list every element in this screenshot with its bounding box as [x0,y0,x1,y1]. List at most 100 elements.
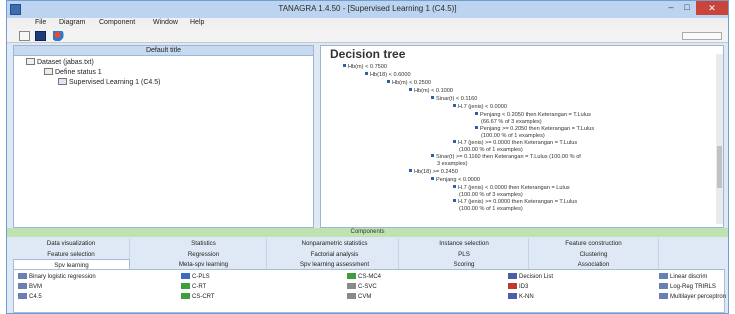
tree-line: Penjang >= 0.2050 then Keterangan = T.Lu… [475,126,594,132]
component-icon [181,273,190,279]
component-icon [508,283,517,289]
tree-node-supervised-learning[interactable]: Supervised Learning 1 (C4.5) [58,78,160,86]
bullet-icon [431,96,434,99]
scroll-thumb[interactable] [717,146,722,188]
component-icon [181,293,190,299]
component-item[interactable]: C-RT [181,283,206,291]
minimize-button[interactable]: – [664,2,678,14]
component-icon [18,283,27,289]
new-file-icon[interactable] [19,31,30,41]
tree-node-label: Define status 1 [55,69,102,76]
tree-line: H.7 (jenis) >= 0.0000 then Keterangan = … [453,140,577,146]
component-icon [659,273,668,279]
tree-line: Hb(18) < 0.6000 [365,72,411,78]
supervised-learning-icon [58,78,67,85]
result-scrollbar[interactable] [716,54,723,224]
component-item[interactable]: CS-MC4 [347,273,381,281]
bullet-icon [453,104,456,107]
component-item[interactable]: ID3 [508,283,528,291]
component-icon [508,273,517,279]
bullet-icon [475,112,478,115]
tree-line: Hb(m) < 0.7500 [343,64,387,70]
menu-diagram[interactable]: Diagram [59,19,85,26]
tree-line: (100.00 % of 1 examples) [459,147,523,153]
window-title: TANAGRA 1.4.50 - [Supervised Learning 1 … [278,4,457,13]
bullet-icon [409,88,412,91]
bullet-icon [365,72,368,75]
component-icon [347,283,356,289]
menu-file[interactable]: File [35,19,46,26]
tree-line: Sinar(t) >= 0.1160 then Keterangan = T.L… [431,154,581,160]
component-list: Binary logistic regression C-PLS CS-MC4 … [13,269,726,313]
bullet-icon [431,154,434,157]
component-icon [347,293,356,299]
bullet-icon [343,64,346,67]
tree-line: (100.00 % of 1 examples) [459,206,523,212]
tree-line: H.7 (jenis) < 0.0000 then Keterangan = L… [453,185,570,191]
component-icon [18,293,27,299]
menu-component[interactable]: Component [99,19,135,26]
component-item[interactable]: C-PLS [181,273,210,281]
component-item[interactable]: Multilayer perceptron [659,293,726,301]
component-item[interactable]: CVM [347,293,371,301]
menu-bar: File Diagram Component Window Help [7,18,728,29]
tree-line: (100.00 % of 3 examples) [459,192,523,198]
tree-line: 3 examples) [437,161,468,167]
component-icon [347,273,356,279]
component-item[interactable]: C-SVC [347,283,377,291]
bullet-icon [453,199,456,202]
menu-help[interactable]: Help [190,19,204,26]
tree-node-label: Dataset (jabas.txt) [37,59,94,66]
category-data-visualization[interactable]: Data visualization [13,238,130,249]
execute-icon[interactable] [53,31,64,41]
result-title: Decision tree [330,47,406,61]
bullet-icon [453,140,456,143]
diagram-panel: Default title Dataset (jabas.txt) Define… [13,45,314,228]
toolbar [7,29,728,43]
app-window: TANAGRA 1.4.50 - [Supervised Learning 1 … [6,0,729,314]
bullet-icon [387,80,390,83]
component-item[interactable]: Binary logistic regression [18,273,96,281]
result-panel: Decision tree Hb(m) < 0.7500 Hb(18) < 0.… [320,45,724,228]
component-item[interactable]: K-NN [508,293,534,301]
tree-line: (100.00 % of 1 examples) [481,133,545,139]
tree-line: Hb(18) >= 0.2450 [409,169,458,175]
maximize-button[interactable]: □ [680,2,694,14]
tree-node-label: Supervised Learning 1 (C4.5) [69,79,161,86]
category-instance-selection[interactable]: Instance selection [400,238,529,249]
tree-line: Penjang < 0.0000 [431,177,480,183]
tree-node-define-status[interactable]: Define status 1 [44,68,102,76]
bullet-icon [431,177,434,180]
bullet-icon [409,169,412,172]
component-icon [18,273,27,279]
category-nonparametric-statistics[interactable]: Nonparametric statistics [271,238,399,249]
tree-line: Penjang < 0.2050 then Keterangan = T.Lul… [475,112,591,118]
toolbar-control[interactable] [682,32,722,40]
tree-node-dataset[interactable]: Dataset (jabas.txt) [26,58,94,66]
component-icon [508,293,517,299]
component-icon [659,283,668,289]
title-bar: TANAGRA 1.4.50 - [Supervised Learning 1 … [7,1,728,18]
component-item[interactable]: C4.5 [18,293,42,301]
menu-window[interactable]: Window [153,19,178,26]
save-icon[interactable] [35,31,46,41]
define-status-icon [44,68,53,75]
tree-line: H.7 (jenis) < 0.0000 [453,104,507,110]
component-item[interactable]: Log-Reg TRIRLS [659,283,716,291]
category-statistics[interactable]: Statistics [141,238,267,249]
component-item[interactable]: CS-CRT [181,293,215,301]
tree-line: Hb(m) < 0.1000 [409,88,453,94]
components-header: Components [7,228,728,237]
component-item[interactable]: Decision List [508,273,553,281]
component-item[interactable]: BVM [18,283,42,291]
bullet-icon [453,185,456,188]
close-button[interactable]: ✕ [696,1,728,15]
tree-line: H.7 (jenis) >= 0.0000 then Keterangan = … [453,199,577,205]
dataset-icon [26,58,35,65]
component-item[interactable]: Linear discrim [659,273,707,281]
category-feature-construction[interactable]: Feature construction [529,238,659,249]
diagram-title: Default title [14,46,313,56]
component-icon [181,283,190,289]
tree-line: Hb(m) < 0.2500 [387,80,431,86]
bullet-icon [475,126,478,129]
